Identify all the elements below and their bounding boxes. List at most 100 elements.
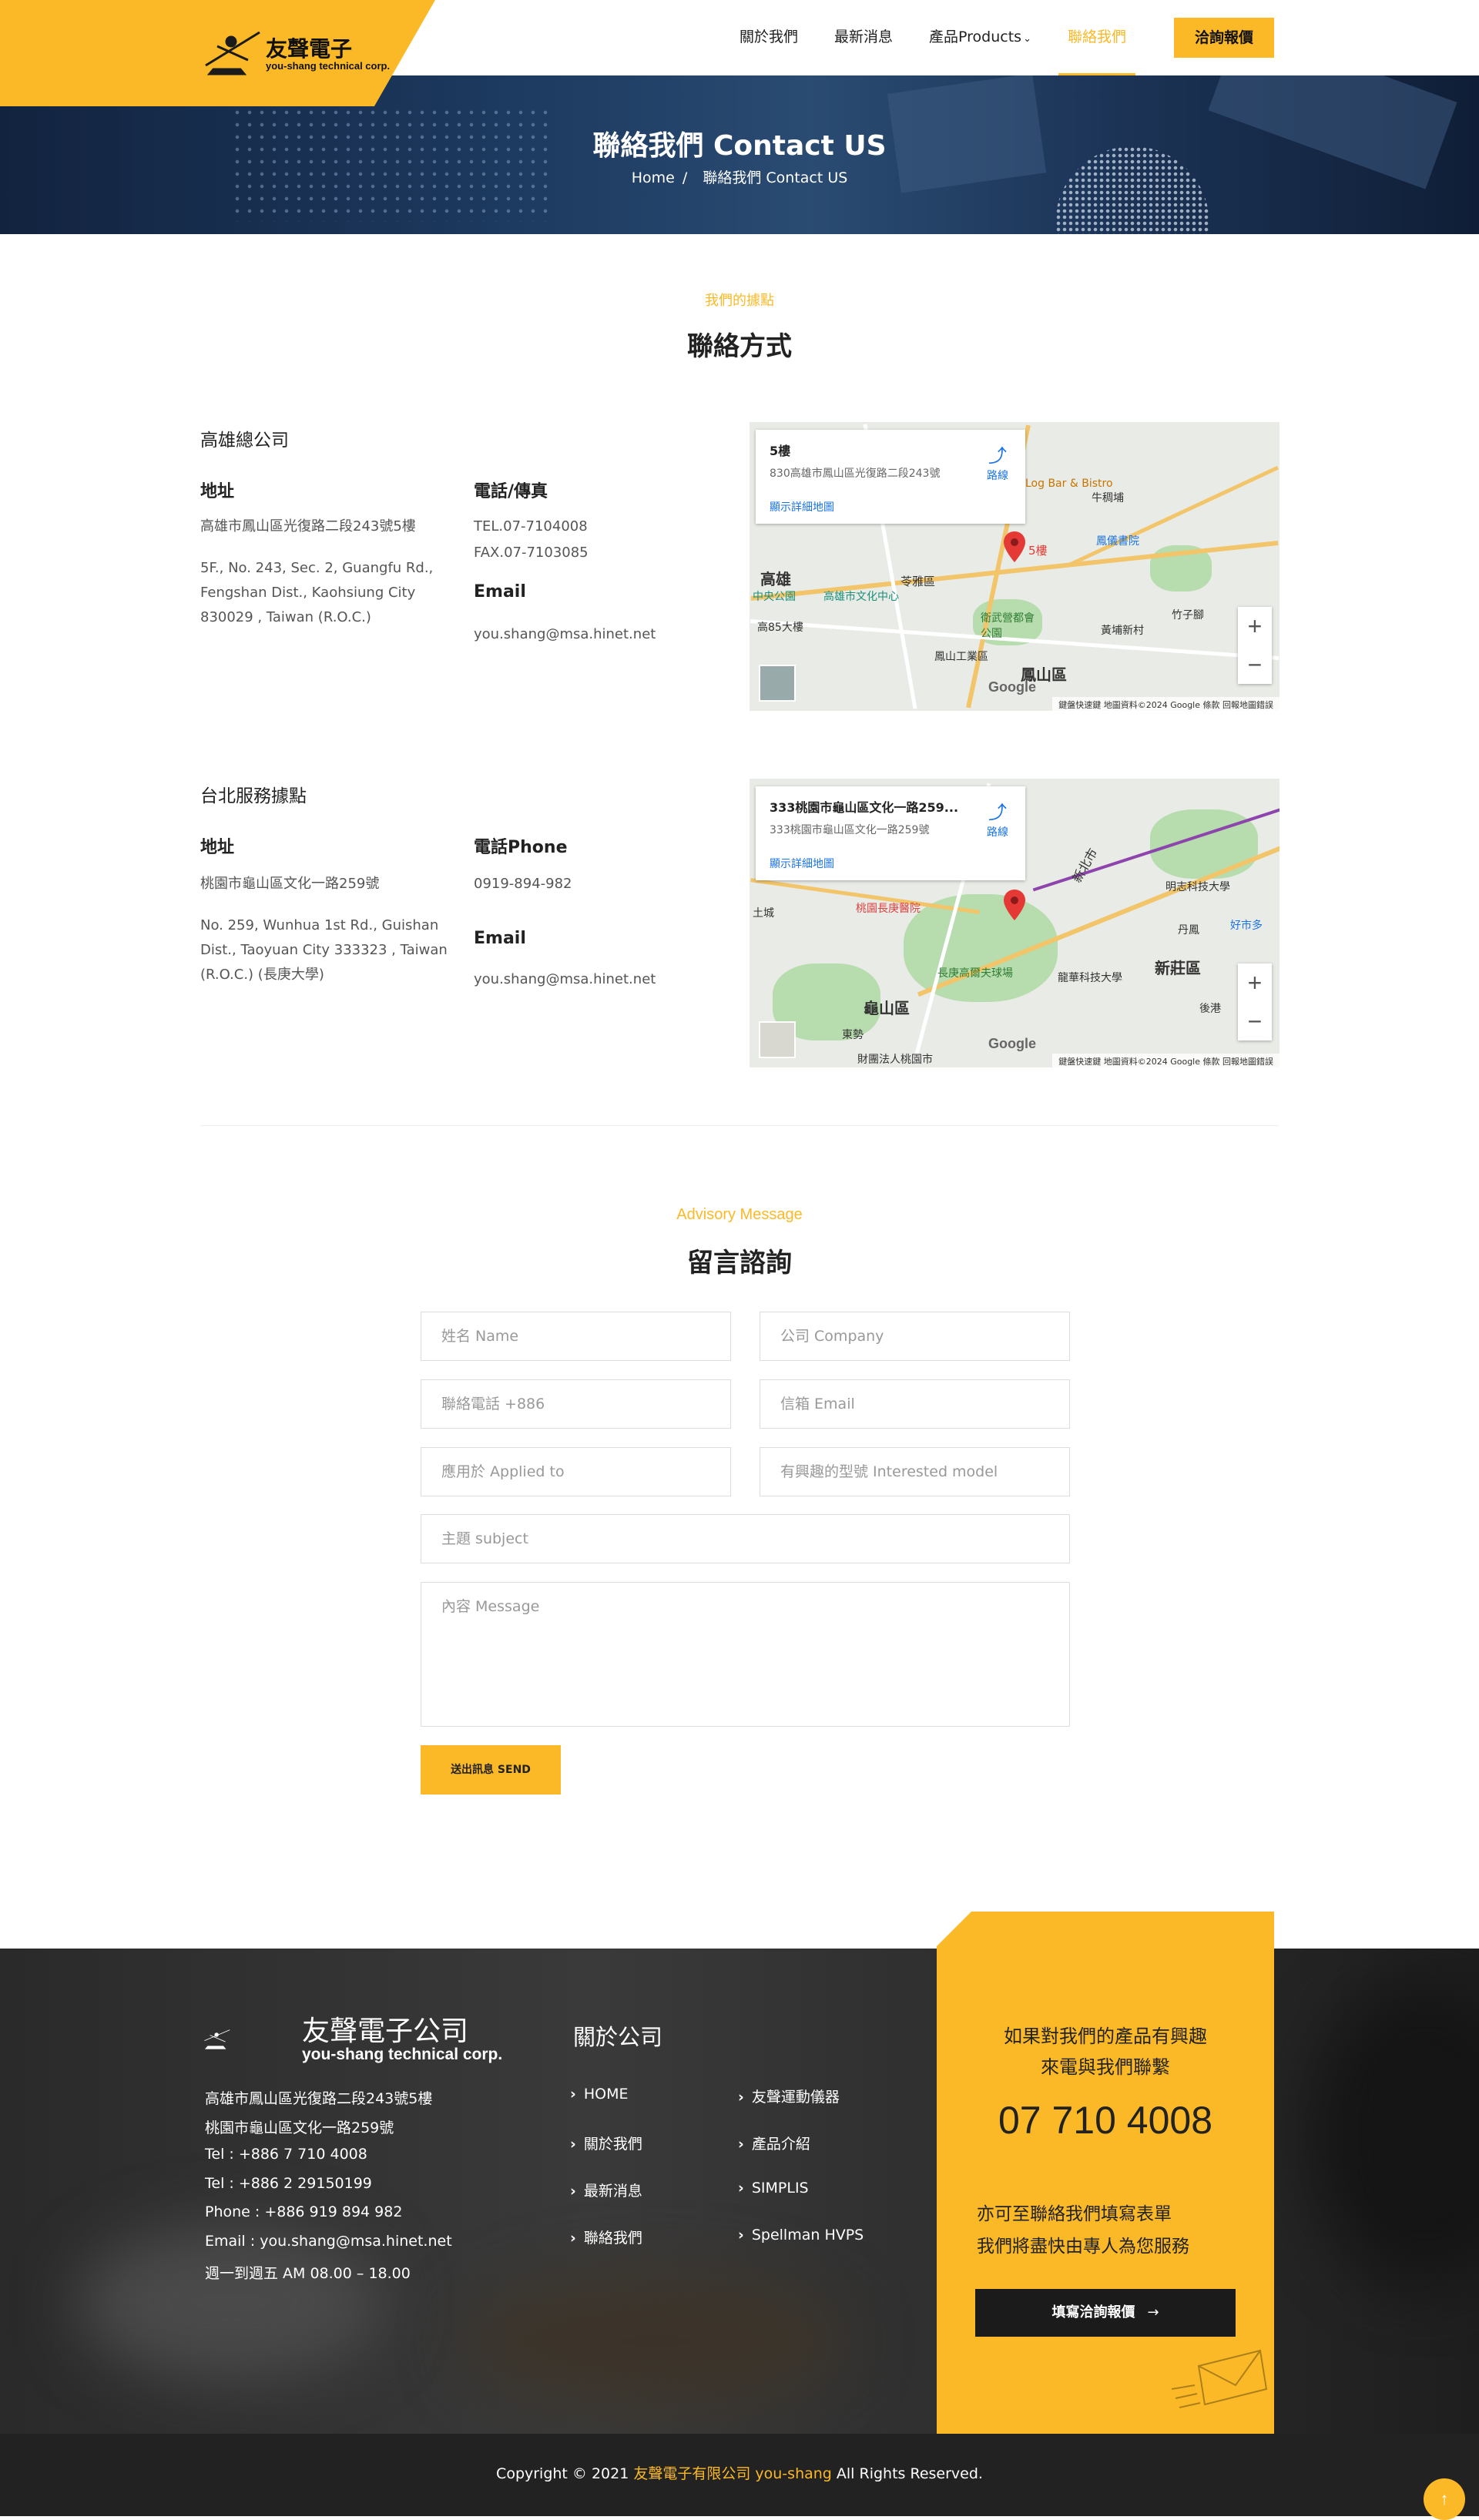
footer-logo-en: you-shang technical corp. bbox=[302, 2046, 503, 2063]
map-info-card: 333桃園市龜山區文化一路259... 333桃園市龜山區文化一路259號 顯示… bbox=[756, 786, 1025, 880]
address-en: No. 259, Wunhua 1st Rd., Guishan Dist., … bbox=[200, 917, 448, 983]
map-view-larger-link[interactable]: 顯示詳細地圖 bbox=[770, 499, 834, 514]
cta-line: 如果對我們的產品有興趣 來電與我們聯繫 bbox=[937, 2021, 1274, 2083]
copyright-suffix: All Rights Reserved. bbox=[831, 2465, 983, 2482]
main-nav: 關於我們 最新消息 產品Products ⌄ 聯絡我們 bbox=[740, 17, 1162, 75]
footer-link-home[interactable]: HOME bbox=[570, 2086, 629, 2103]
zoom-in-icon[interactable]: + bbox=[1238, 963, 1272, 1002]
map-label: 好市多 bbox=[1230, 920, 1263, 932]
breadcrumb-home[interactable]: Home bbox=[632, 169, 675, 186]
map-label: 鳳山工業區 bbox=[934, 651, 988, 663]
advisory-subtitle: Advisory Message bbox=[676, 1206, 803, 1223]
map-card-title: 5樓 bbox=[770, 444, 791, 458]
map-label: 明志科技大學 bbox=[1165, 881, 1230, 893]
email-address[interactable]: you.shang@msa.hinet.net bbox=[474, 622, 656, 647]
map-label: 衛武營都會公園 bbox=[981, 612, 1035, 640]
map-label: 高雄市文化中心 bbox=[823, 591, 899, 603]
company-input[interactable]: 公司 Company bbox=[760, 1312, 1070, 1361]
map-view-larger-link[interactable]: 顯示詳細地圖 bbox=[770, 856, 834, 871]
google-logo: Google bbox=[988, 679, 1036, 695]
map-attribution: 鍵盤快速鍵 地圖資料©2024 Google 條款 回報地圖錯誤 bbox=[1052, 697, 1279, 711]
phone-heading: 電話/傳真 bbox=[474, 482, 548, 501]
footer-link-simplis[interactable]: SIMPLIS bbox=[738, 2180, 809, 2197]
map-label: Log Bar & Bistro bbox=[1025, 478, 1113, 490]
footer-info-line: 週一到週五 AM 08.00 – 18.00 bbox=[205, 2265, 411, 2282]
directions-label: 路線 bbox=[987, 826, 1008, 839]
applied-to-input[interactable]: 應用於 Applied to bbox=[421, 1447, 731, 1496]
footer-bg-decor bbox=[462, 2272, 847, 2411]
map-attribution: 鍵盤快速鍵 地圖資料©2024 Google 條款 回報地圖錯誤 bbox=[1052, 1054, 1279, 1067]
map-label: 牛稠埔 bbox=[1092, 492, 1124, 504]
map-directions-button[interactable]: ⤴ 路線 bbox=[984, 441, 1011, 483]
cta-button-label: 填寫洽詢報價 bbox=[1051, 2304, 1135, 2321]
map-label: 桃園長庚醫院 bbox=[856, 903, 921, 915]
map-label: 苓雅區 bbox=[900, 575, 936, 588]
zoom-out-icon[interactable]: − bbox=[1238, 1002, 1272, 1041]
footer-link-news[interactable]: 最新消息 bbox=[570, 2180, 642, 2200]
cta-quote-button[interactable]: 填寫洽詢報價 → bbox=[975, 2289, 1236, 2337]
map-pin-icon[interactable] bbox=[1004, 890, 1025, 920]
directions-icon: ⤴ bbox=[988, 802, 1007, 823]
email-address[interactable]: you.shang@msa.hinet.net bbox=[474, 967, 656, 992]
map-directions-button[interactable]: ⤴ 路線 bbox=[984, 797, 1011, 839]
cta-note: 亦可至聯絡我們填寫表單 我們將盡快由專人為您服務 bbox=[977, 2198, 1189, 2263]
zoom-in-icon[interactable]: + bbox=[1238, 607, 1272, 645]
footer-info-line: Tel : +886 2 29150199 bbox=[205, 2175, 372, 2192]
subject-input[interactable]: 主題 subject bbox=[421, 1514, 1070, 1563]
map-label: 東勢 bbox=[842, 1029, 864, 1041]
email-input[interactable]: 信箱 Email bbox=[760, 1379, 1070, 1429]
map-pin-icon[interactable] bbox=[1004, 531, 1025, 562]
footer-info-line: Phone : +886 919 894 982 bbox=[205, 2203, 403, 2220]
send-button[interactable]: 送出訊息 SEND bbox=[421, 1745, 561, 1794]
footer-info-line: 高雄市鳳山區光復路二段243號5樓 bbox=[205, 2090, 433, 2107]
footer-link-spellman[interactable]: Spellman HVPS bbox=[738, 2227, 864, 2244]
cta-line-2: 來電與我們聯繫 bbox=[1041, 2056, 1170, 2078]
message-textarea[interactable]: 內容 Message bbox=[421, 1582, 1070, 1727]
office-map-kaohsiung[interactable]: 高雄 鳳山區 高雄市文化中心 衛武營都會公園 鳳儀書院 牛稠埔 竹子腳 黃埔新村… bbox=[750, 422, 1279, 711]
nav-contact[interactable]: 聯絡我們 bbox=[1058, 17, 1136, 75]
map-zoom-control: + − bbox=[1238, 963, 1272, 1041]
map-label: 高85大樓 bbox=[757, 622, 803, 634]
map-label: 黃埔新村 bbox=[1101, 625, 1144, 637]
map-satellite-toggle[interactable] bbox=[759, 1021, 796, 1058]
nav-products[interactable]: 產品Products ⌄ bbox=[929, 17, 1031, 57]
interested-model-input[interactable]: 有興趣的型號 Interested model bbox=[760, 1447, 1070, 1496]
map-label: 財團法人桃園市 bbox=[857, 1054, 933, 1066]
office-map-taoyuan[interactable]: 龜山區 新莊區 桃園長庚醫院 長庚高爾夫球場 龍華科技大學 明志科技大學 新北市… bbox=[750, 779, 1279, 1067]
cta-phone[interactable]: 07 710 4008 bbox=[937, 2098, 1274, 2143]
phone-fax: FAX.07-7103085 bbox=[474, 545, 589, 561]
map-label: 土城 bbox=[753, 907, 774, 920]
footer-info-line[interactable]: Email : you.shang@msa.hinet.net bbox=[205, 2233, 452, 2250]
cta-line-4: 我們將盡快由專人為您服務 bbox=[977, 2237, 1189, 2257]
chevron-down-icon: ⌄ bbox=[1023, 33, 1031, 45]
map-label: 高雄 bbox=[760, 570, 791, 588]
copyright-company[interactable]: 友聲電子有限公司 you-shang bbox=[633, 2465, 832, 2482]
advisory-title: 留言諮詢 bbox=[687, 1248, 792, 1278]
footer-link-contact[interactable]: 聯絡我們 bbox=[570, 2227, 642, 2247]
name-input[interactable]: 姓名 Name bbox=[421, 1312, 731, 1361]
cta-line-3: 亦可至聯絡我們填寫表單 bbox=[977, 2204, 1172, 2224]
contact-title: 聯絡方式 bbox=[687, 331, 792, 362]
nav-about[interactable]: 關於我們 bbox=[740, 17, 798, 57]
map-label: 龍華科技大學 bbox=[1058, 972, 1122, 984]
footer-link-about[interactable]: 關於我們 bbox=[570, 2133, 642, 2153]
envelope-icon bbox=[1171, 2349, 1268, 2408]
map-label: 新莊區 bbox=[1155, 959, 1201, 977]
page-title: 聯絡我們 Contact US bbox=[592, 130, 887, 162]
map-satellite-toggle[interactable] bbox=[759, 665, 796, 702]
breadcrumb-separator: / bbox=[682, 169, 688, 186]
arrow-up-icon[interactable]: ↑ bbox=[1424, 2478, 1465, 2520]
phone-input[interactable]: 聯絡電話 +886 bbox=[421, 1379, 731, 1429]
contact-cta-box: 如果對我們的產品有興趣 來電與我們聯繫 07 710 4008 亦可至聯絡我們填… bbox=[937, 1912, 1274, 2434]
zoom-out-icon[interactable]: − bbox=[1238, 645, 1272, 684]
office-name: 台北服務據點 bbox=[200, 786, 307, 806]
footer-link-products[interactable]: 產品介紹 bbox=[738, 2133, 810, 2153]
email-heading: Email bbox=[474, 582, 526, 602]
quote-button[interactable]: 洽詢報價 bbox=[1174, 18, 1274, 58]
arrow-right-icon: → bbox=[1147, 2304, 1159, 2321]
logo-block[interactable]: 友聲電子 you-shang technical corp. bbox=[0, 0, 435, 106]
footer-link-sports[interactable]: 友聲運動儀器 bbox=[738, 2086, 840, 2106]
nav-news[interactable]: 最新消息 bbox=[834, 17, 893, 57]
breadcrumb-current: 聯絡我們 Contact US bbox=[703, 169, 848, 186]
office-name: 高雄總公司 bbox=[200, 431, 289, 451]
